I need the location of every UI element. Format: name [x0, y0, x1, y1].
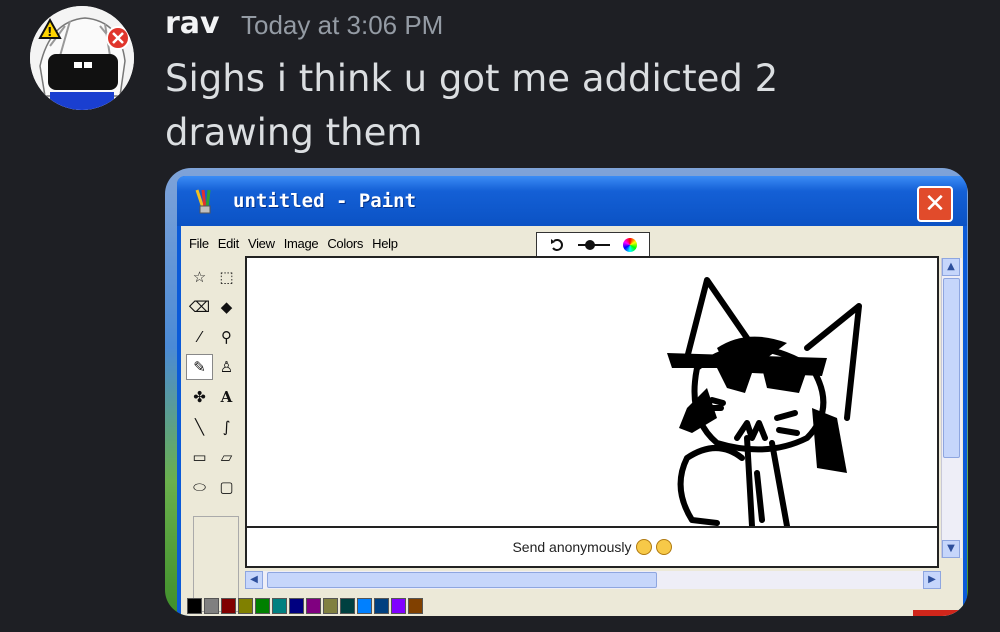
text-tool-icon[interactable]: A	[213, 384, 240, 410]
brush-icon[interactable]: ♙	[213, 354, 240, 380]
scroll-left-icon[interactable]: ◀	[245, 571, 263, 589]
message-text: Sighs i think u got me addicted 2 drawin…	[165, 57, 779, 154]
paint-client-area: File Edit View Image Colors Help ☆ ⬚ ⌫ ◆ ⁄…	[181, 226, 963, 616]
vertical-scrollbar[interactable]: ▲ ▼	[941, 258, 962, 558]
color-swatch[interactable]	[306, 598, 321, 614]
cat-drawing	[667, 277, 862, 526]
status-strip	[913, 610, 963, 616]
pencil-icon[interactable]: ✎	[186, 354, 213, 380]
close-button[interactable]: ✕	[917, 186, 953, 222]
face-emoji-icon	[655, 539, 672, 555]
scroll-right-icon[interactable]: ▶	[923, 571, 941, 589]
eyedropper-icon[interactable]: ⁄	[186, 324, 213, 350]
drawing-canvas[interactable]	[245, 256, 939, 528]
rectangle-tool-icon[interactable]: ▭	[186, 444, 213, 470]
color-swatch[interactable]	[204, 598, 219, 614]
color-swatch[interactable]	[374, 598, 389, 614]
fill-bucket-icon[interactable]: ◆	[213, 294, 240, 320]
menu-edit[interactable]: Edit	[218, 236, 240, 256]
color-swatch[interactable]	[289, 598, 304, 614]
vertical-scroll-thumb[interactable]	[943, 278, 960, 458]
paint-window: untitled - Paint ✕ File Edit View Image …	[177, 176, 967, 616]
color-palette	[187, 598, 423, 614]
color-picker-icon[interactable]	[623, 238, 638, 252]
menu-colors[interactable]: Colors	[327, 236, 363, 256]
curve-tool-icon[interactable]: ∫	[213, 414, 240, 440]
toolbox: ☆ ⬚ ⌫ ◆ ⁄ ⚲ ✎ ♙ ✤ A ╲ ∫ ▭ ▱ ⬭ ▢	[186, 262, 241, 502]
scroll-down-icon[interactable]: ▼	[942, 540, 960, 558]
svg-text:!: !	[47, 25, 52, 39]
palette-emoji-icon	[635, 539, 652, 555]
free-select-icon[interactable]: ☆	[186, 264, 213, 290]
username[interactable]: rav	[165, 6, 220, 41]
menu-view[interactable]: View	[248, 236, 275, 256]
color-swatch[interactable]	[340, 598, 355, 614]
brush-size-slider[interactable]	[576, 238, 612, 252]
scroll-up-icon[interactable]: ▲	[942, 258, 960, 276]
eraser-icon[interactable]: ⌫	[186, 294, 213, 320]
send-anonymously-bar[interactable]: Send anonymously	[245, 528, 939, 568]
rounded-rect-tool-icon[interactable]: ▢	[213, 474, 240, 500]
user-avatar[interactable]: !	[30, 6, 134, 110]
magnifier-icon[interactable]: ⚲	[213, 324, 240, 350]
color-swatch[interactable]	[187, 598, 202, 614]
message-timestamp: Today at 3:06 PM	[241, 10, 444, 40]
send-anonymously-label[interactable]: Send anonymously	[512, 539, 631, 555]
menu-help[interactable]: Help	[372, 236, 398, 256]
menu-image[interactable]: Image	[284, 236, 319, 256]
polygon-tool-icon[interactable]: ▱	[213, 444, 240, 470]
menu-bar: File Edit View Image Colors Help	[189, 236, 398, 256]
image-attachment[interactable]: untitled - Paint ✕ File Edit View Image …	[165, 168, 968, 616]
color-swatch[interactable]	[391, 598, 406, 614]
undo-icon[interactable]	[549, 237, 565, 253]
paint-app-icon	[195, 189, 211, 214]
title-bar: untitled - Paint ✕	[177, 176, 967, 226]
line-tool-icon[interactable]: ╲	[186, 414, 213, 440]
rect-select-icon[interactable]: ⬚	[213, 264, 240, 290]
airbrush-icon[interactable]: ✤	[186, 384, 213, 410]
color-swatch[interactable]	[255, 598, 270, 614]
horizontal-scroll-thumb[interactable]	[267, 572, 657, 588]
quick-toolbar	[536, 232, 650, 258]
window-title: untitled - Paint	[233, 190, 417, 212]
color-swatch[interactable]	[357, 598, 372, 614]
horizontal-scrollbar[interactable]: ◀ ▶	[245, 571, 941, 589]
color-swatch[interactable]	[221, 598, 236, 614]
color-swatch[interactable]	[272, 598, 287, 614]
ellipse-tool-icon[interactable]: ⬭	[186, 474, 213, 500]
color-swatch[interactable]	[408, 598, 423, 614]
color-swatch[interactable]	[238, 598, 253, 614]
color-swatch[interactable]	[323, 598, 338, 614]
menu-file[interactable]: File	[189, 236, 209, 256]
